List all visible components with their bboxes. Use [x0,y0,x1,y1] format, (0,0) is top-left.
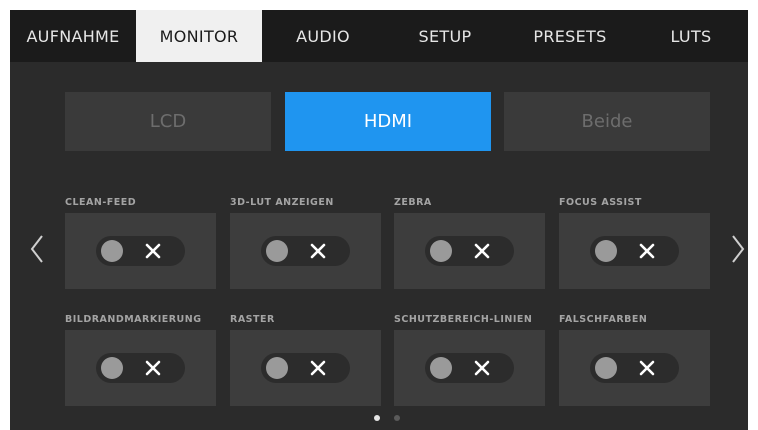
chevron-right-icon[interactable] [730,234,746,264]
grid-toggle[interactable] [261,353,350,383]
focus-assist-card [559,213,710,289]
toggle-knob [595,357,617,379]
toggle-knob [101,357,123,379]
output-lcd-button[interactable]: LCD [65,92,271,151]
false-color-label: FALSCHFARBEN [559,314,648,325]
x-icon [639,243,655,259]
toggle-knob [266,240,288,262]
tab-luts[interactable]: LUTS [634,10,748,62]
frame-guides-card [65,330,216,406]
safe-area-card [394,330,545,406]
x-icon [145,243,161,259]
frame-guides-toggle[interactable] [96,353,185,383]
lut-3d-toggle[interactable] [261,236,350,266]
clean-feed-toggle[interactable] [96,236,185,266]
tab-presets[interactable]: PRESETS [506,10,634,62]
x-icon [310,243,326,259]
frame-guides-label: BILDRANDMARKIERUNG [65,314,202,325]
tab-bar: AUFNAHME MONITOR AUDIO SETUP PRESETS LUT… [10,10,748,62]
x-icon [639,360,655,376]
zebra-toggle[interactable] [425,236,514,266]
output-selector: LCD HDMI Beide [65,92,710,151]
focus-assist-toggle[interactable] [590,236,679,266]
tab-audio[interactable]: AUDIO [262,10,384,62]
x-icon [474,360,490,376]
clean-feed-card [65,213,216,289]
false-color-card [559,330,710,406]
page-indicator [372,415,402,423]
toggle-knob [266,357,288,379]
grid-label: RASTER [230,314,275,325]
toggle-knob [595,240,617,262]
output-beide-button[interactable]: Beide [504,92,710,151]
zebra-card [394,213,545,289]
toggle-knob [101,240,123,262]
safe-area-toggle[interactable] [425,353,514,383]
tab-aufnahme[interactable]: AUFNAHME [10,10,136,62]
false-color-toggle[interactable] [590,353,679,383]
page-dot[interactable] [394,415,400,421]
output-hdmi-button[interactable]: HDMI [285,92,491,151]
x-icon [474,243,490,259]
safe-area-label: SCHUTZBEREICH-LINIEN [394,314,533,325]
camera-monitor-screen: AUFNAHME MONITOR AUDIO SETUP PRESETS LUT… [10,10,748,430]
toggle-knob [430,240,452,262]
chevron-left-icon[interactable] [29,234,45,264]
toggle-knob [430,357,452,379]
grid-card [230,330,381,406]
lut-3d-label: 3D-LUT ANZEIGEN [230,197,334,208]
tab-monitor[interactable]: MONITOR [136,10,262,62]
page-dot-active[interactable] [374,415,380,421]
zebra-label: ZEBRA [394,197,432,208]
x-icon [145,360,161,376]
lut-3d-card [230,213,381,289]
focus-assist-label: FOCUS ASSIST [559,197,642,208]
clean-feed-label: CLEAN-FEED [65,197,137,208]
tab-setup[interactable]: SETUP [384,10,506,62]
x-icon [310,360,326,376]
